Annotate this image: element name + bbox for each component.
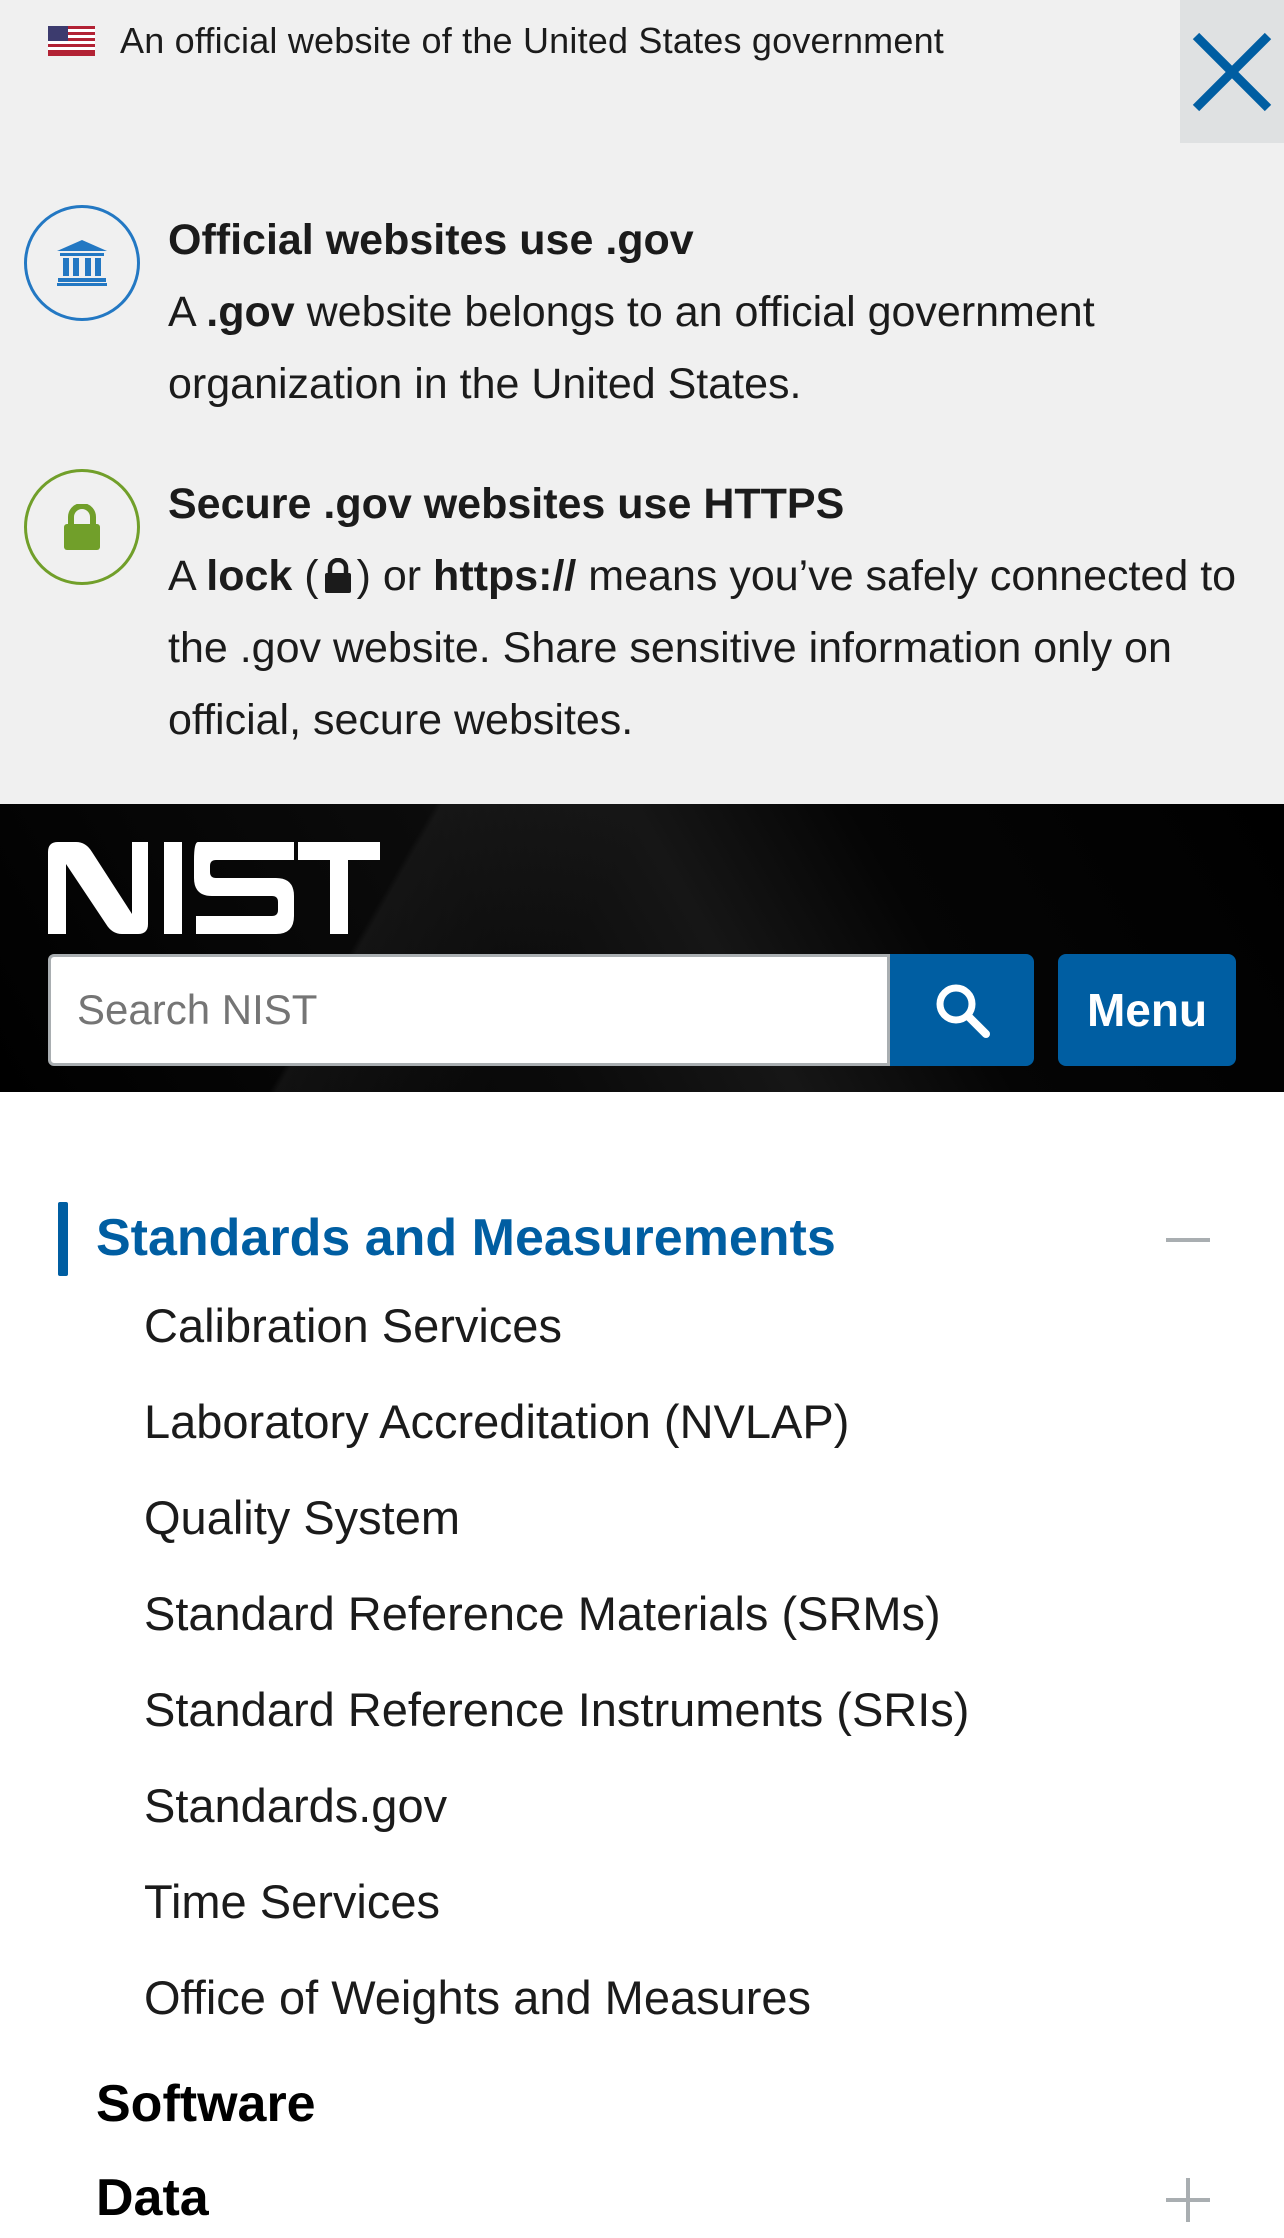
nav-sub-item[interactable]: Quality System — [144, 1488, 460, 1548]
primary-nav: Standards and Measurements Calibration S… — [0, 1092, 1284, 2238]
search-input[interactable] — [48, 954, 890, 1066]
https-paren-open: ( — [292, 552, 319, 600]
dotgov-text-a: A — [168, 288, 207, 336]
https-heading: Secure .gov websites use HTTPS — [168, 480, 845, 528]
https-guidance: Secure .gov websites use HTTPS A lock ()… — [168, 468, 1258, 756]
official-site-text: An official website of the United States… — [120, 20, 944, 61]
expand-icon[interactable] — [1160, 2172, 1216, 2228]
https-lock-word: lock — [206, 552, 293, 600]
lock-icon — [64, 504, 100, 550]
gov-banner: An official website of the United States… — [0, 0, 1284, 804]
dotgov-guidance: Official websites use .gov A .gov websit… — [168, 204, 1258, 420]
site-header: Menu — [0, 804, 1284, 1092]
nist-logo[interactable] — [48, 842, 380, 934]
nav-sub-item[interactable]: Calibration Services — [144, 1296, 562, 1356]
https-guide-icon — [24, 469, 140, 585]
active-indicator — [58, 1202, 68, 1276]
https-paren-close: ) or — [356, 552, 434, 600]
inline-lock-icon — [324, 558, 351, 593]
nav-sub-item[interactable]: Laboratory Accreditation (NVLAP) — [144, 1392, 849, 1452]
nav-item-data[interactable]: Data — [96, 2166, 209, 2230]
close-banner-button[interactable] — [1180, 0, 1284, 143]
nav-sub-item[interactable]: Standard Reference Instruments (SRIs) — [144, 1680, 969, 1740]
nav-sub-item[interactable]: Standards.gov — [144, 1776, 447, 1836]
https-prefix: https:// — [433, 552, 577, 600]
https-text-a: A — [168, 552, 207, 600]
dotgov-text-rest: website belongs to an official governmen… — [168, 288, 1095, 408]
menu-button[interactable]: Menu — [1058, 954, 1236, 1066]
close-icon — [1192, 32, 1272, 111]
dotgov-heading: Official websites use .gov — [168, 216, 694, 264]
search-button[interactable] — [890, 954, 1034, 1066]
nav-item-standards-and-measurements[interactable]: Standards and Measurements — [96, 1206, 836, 1270]
bank-building-icon — [57, 240, 107, 286]
nav-sub-item[interactable]: Standard Reference Materials (SRMs) — [144, 1584, 941, 1644]
us-flag-icon — [48, 26, 95, 56]
nav-item-software[interactable]: Software — [96, 2072, 316, 2136]
dotgov-bold: .gov — [206, 288, 295, 336]
search-icon — [936, 984, 990, 1038]
dotgov-guide-icon — [24, 205, 140, 321]
nav-sub-item[interactable]: Time Services — [144, 1872, 440, 1932]
nav-sub-item[interactable]: Office of Weights and Measures — [144, 1968, 811, 2028]
collapse-icon[interactable] — [1160, 1212, 1216, 1268]
